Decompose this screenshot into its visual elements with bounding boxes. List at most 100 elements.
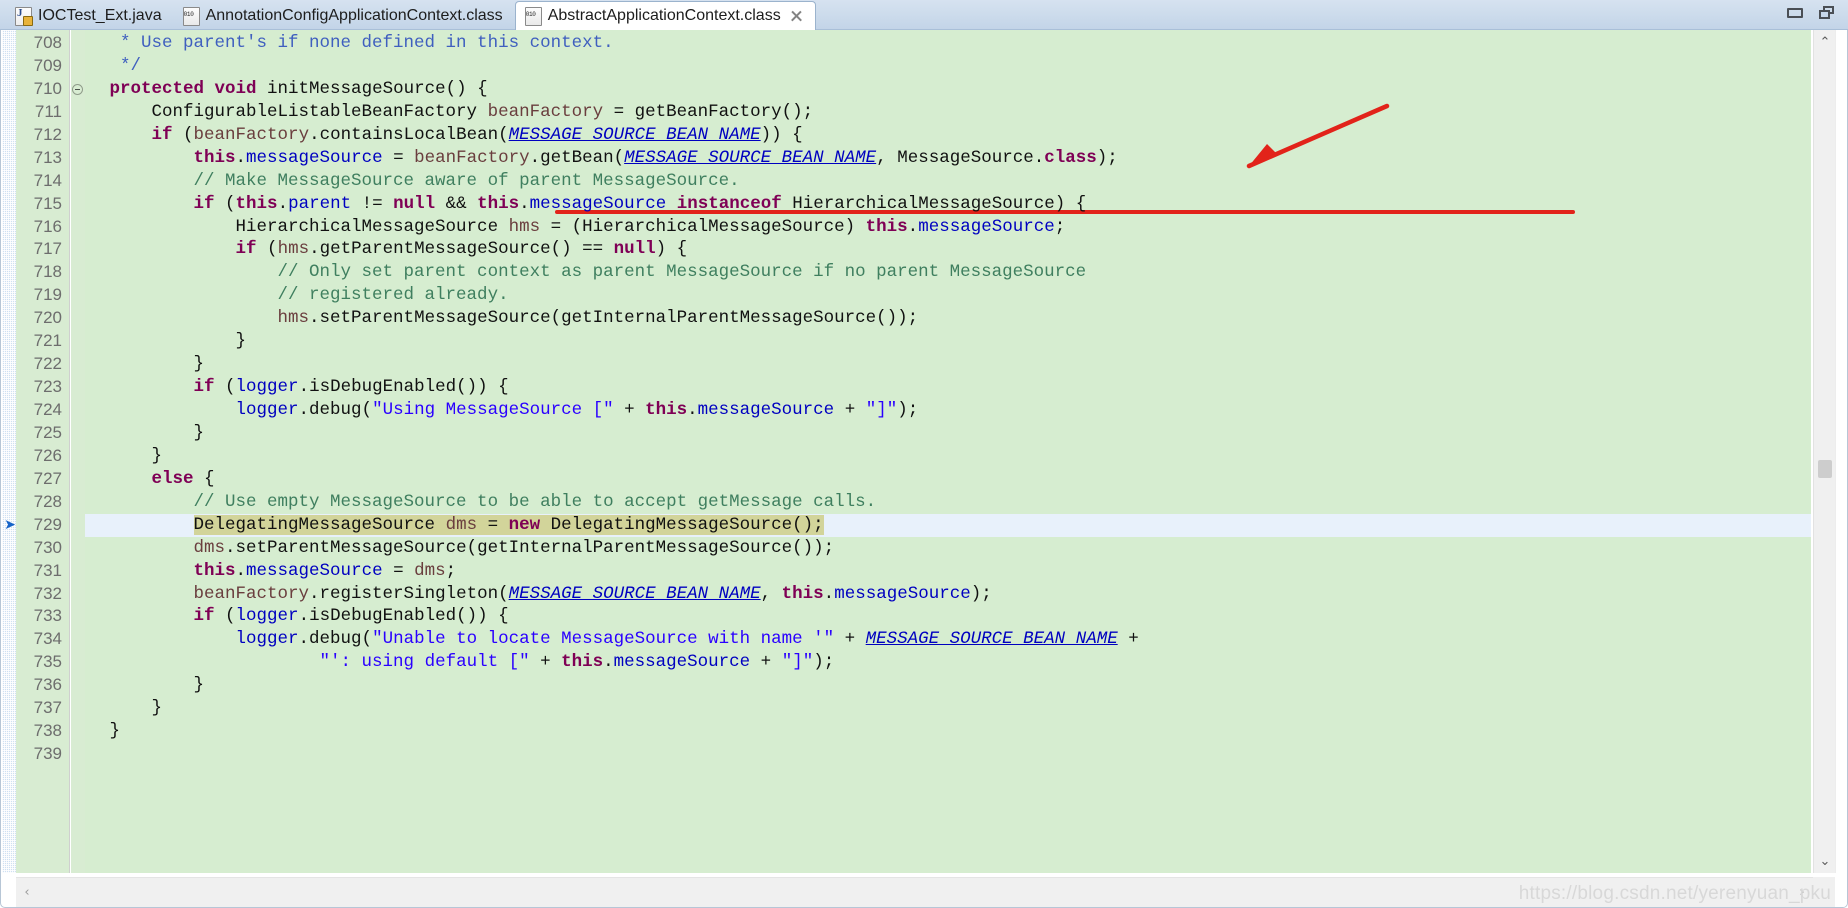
editor-tab-bar: IOCTest_Ext.java AnnotationConfigApplicat…: [0, 0, 1848, 30]
overview-ruler[interactable]: [1835, 30, 1847, 873]
line-number: 725: [33, 422, 62, 442]
editor-tab-2[interactable]: AbstractApplicationContext.class: [514, 1, 816, 30]
vertical-scrollbar[interactable]: ⌃ ⌄: [1813, 30, 1835, 873]
fold-row: [71, 376, 85, 399]
scroll-up-icon[interactable]: ⌃: [1814, 32, 1836, 52]
code-token: ConfigurableListableBeanFactory: [99, 101, 488, 122]
code-token: DelegatingMessageSource();: [540, 514, 824, 535]
code-line[interactable]: }: [85, 697, 1811, 720]
code-token: beanFactory: [414, 147, 530, 168]
restore-icon[interactable]: [1819, 6, 1834, 19]
code-line[interactable]: [85, 743, 1811, 766]
code-line[interactable]: DelegatingMessageSource dms = new Delega…: [85, 513, 1811, 537]
code-line[interactable]: protected void initMessageSource() {: [85, 78, 1811, 101]
code-token: this: [561, 652, 604, 673]
fold-row: [71, 422, 85, 445]
code-token: beanFactory: [487, 101, 604, 122]
code-token: * Use parent's if none defined in this c…: [99, 33, 614, 53]
code-folding-ruler[interactable]: [71, 30, 85, 873]
marker-annotation-ruler[interactable]: ➤: [2, 30, 16, 873]
vertical-scroll-thumb[interactable]: [1818, 460, 1832, 478]
code-line[interactable]: if (this.parent != null && this.messageS…: [85, 193, 1811, 216]
horizontal-scrollbar[interactable]: ‹ ›: [16, 877, 1813, 907]
code-line[interactable]: */: [85, 55, 1811, 78]
fold-row: [71, 605, 85, 628]
code-line[interactable]: else {: [85, 468, 1811, 491]
code-line[interactable]: // Make MessageSource aware of parent Me…: [85, 170, 1811, 193]
fold-row: [71, 124, 85, 147]
code-token: "Using MessageSource [": [372, 400, 614, 420]
code-line[interactable]: dms.setParentMessageSource(getInternalPa…: [85, 537, 1811, 560]
scroll-left-icon[interactable]: ‹: [16, 878, 38, 907]
code-line[interactable]: ConfigurableListableBeanFactory beanFact…: [85, 101, 1811, 124]
editor-tab-0[interactable]: IOCTest_Ext.java: [6, 2, 174, 30]
code-line[interactable]: logger.debug("Unable to locate MessageSo…: [85, 628, 1811, 651]
code-token: }: [99, 331, 247, 352]
code-token: initMessageSource() {: [256, 78, 488, 99]
code-token: HierarchicalMessageSource: [99, 216, 509, 237]
code-token: ;: [445, 560, 457, 581]
fold-row[interactable]: [71, 78, 85, 101]
code-token: messageSource: [697, 400, 835, 420]
code-line[interactable]: if (hms.getParentMessageSource() == null…: [85, 238, 1811, 261]
code-line[interactable]: // Use empty MessageSource to be able to…: [85, 491, 1811, 514]
line-number: 738: [33, 721, 62, 741]
code-line[interactable]: hms.setParentMessageSource(getInternalPa…: [85, 307, 1811, 330]
minimize-icon[interactable]: [1787, 7, 1803, 18]
line-number: 716: [33, 216, 62, 236]
fold-row: [71, 697, 85, 720]
close-icon[interactable]: [790, 10, 803, 23]
code-line[interactable]: }: [85, 422, 1811, 445]
code-token: .getBean(: [529, 147, 625, 168]
code-line[interactable]: this.messageSource = beanFactory.getBean…: [85, 147, 1811, 170]
editor-tab-1[interactable]: AnnotationConfigApplicationContext.class: [174, 2, 515, 30]
code-line[interactable]: * Use parent's if none defined in this c…: [85, 32, 1811, 55]
code-line[interactable]: logger.debug("Using MessageSource [" + t…: [85, 399, 1811, 422]
code-line[interactable]: // Only set parent context as parent Mes…: [85, 261, 1811, 284]
code-line[interactable]: }: [85, 330, 1811, 353]
code-line[interactable]: }: [85, 445, 1811, 468]
scroll-down-icon[interactable]: ⌄: [1814, 851, 1836, 871]
code-token: +: [1117, 629, 1139, 650]
code-token: .: [277, 193, 289, 214]
code-line[interactable]: "': using default [" + this.messageSourc…: [85, 651, 1811, 674]
fold-row: [71, 399, 85, 422]
code-line[interactable]: if (logger.isDebugEnabled()) {: [85, 376, 1811, 399]
code-token: protected void: [109, 78, 257, 99]
code-line[interactable]: }: [85, 353, 1811, 376]
code-token: messageSource: [918, 216, 1055, 237]
line-number: 714: [33, 170, 62, 190]
line-number: 723: [33, 377, 62, 397]
code-line[interactable]: // registered already.: [85, 284, 1811, 307]
debug-pointer-icon: ➤: [4, 515, 16, 532]
code-token: "]": [781, 652, 814, 673]
code-line[interactable]: if (logger.isDebugEnabled()) {: [85, 605, 1811, 628]
code-token: .: [823, 583, 835, 604]
code-line[interactable]: this.messageSource = dms;: [85, 560, 1811, 583]
code-token: logger: [235, 606, 299, 627]
code-line[interactable]: }: [85, 674, 1811, 697]
scroll-right-icon[interactable]: ›: [1791, 878, 1813, 907]
code-line[interactable]: HierarchicalMessageSource hms = (Hierarc…: [85, 216, 1811, 239]
line-number: 735: [33, 652, 62, 672]
code-token: +: [834, 629, 866, 650]
code-line[interactable]: }: [85, 720, 1811, 743]
line-number: 736: [33, 675, 62, 695]
code-token: }: [99, 422, 205, 443]
code-line[interactable]: beanFactory.registerSingleton(MESSAGE_SO…: [85, 583, 1811, 606]
source-code-viewport[interactable]: * Use parent's if none defined in this c…: [85, 30, 1811, 873]
editor-tabs: IOCTest_Ext.java AnnotationConfigApplicat…: [6, 0, 816, 30]
line-number: 730: [33, 537, 62, 557]
code-line[interactable]: if (beanFactory.containsLocalBean(MESSAG…: [85, 124, 1811, 147]
fold-collapse-icon[interactable]: [72, 83, 83, 95]
